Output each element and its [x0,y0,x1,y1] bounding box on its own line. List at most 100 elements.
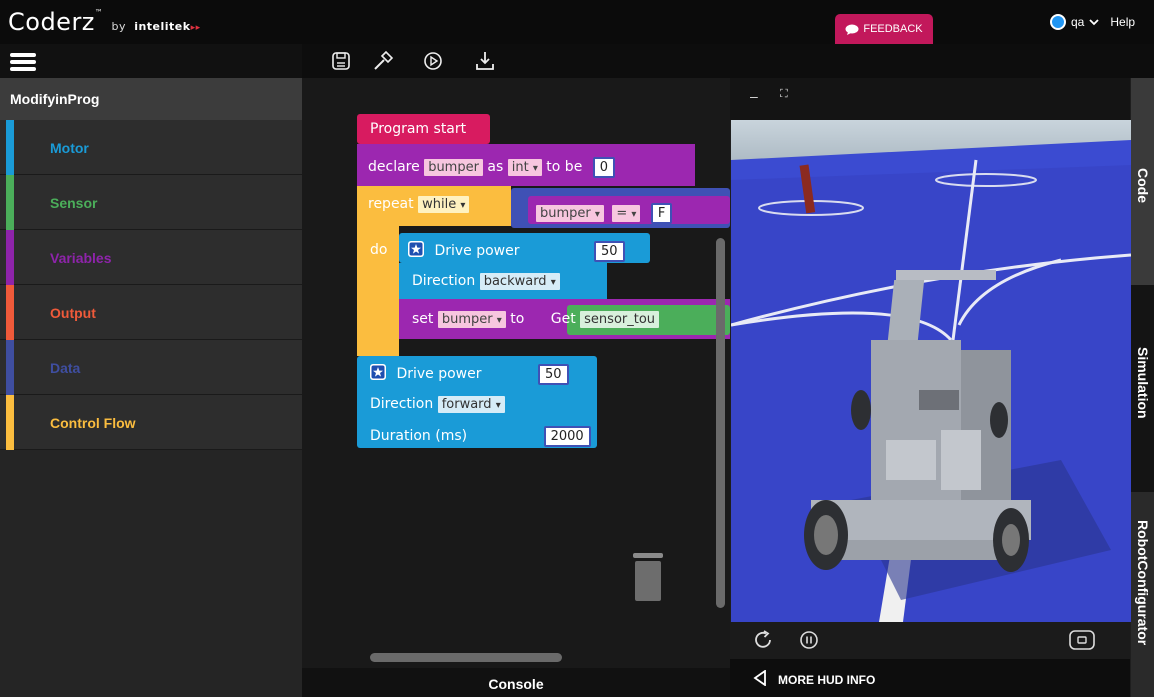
category-output[interactable]: Output [0,285,302,340]
hud-label: MORE HUD INFO [778,673,876,687]
drive-power-label: Drive power [434,243,520,259]
tab-code[interactable]: Code [1131,78,1154,285]
logo-by: by [111,20,127,33]
compare-value-field[interactable]: F [650,203,673,224]
build-icon[interactable] [372,50,394,72]
reset-icon[interactable] [752,629,774,651]
logo-brand: intelitek [134,20,191,33]
vertical-scrollbar[interactable] [716,238,725,608]
app-logo: Coderz™ by intelitek▸▸ [8,8,201,36]
user-name: qa [1071,15,1085,29]
pause-icon[interactable] [798,629,820,651]
category-label: Motor [50,140,89,156]
tab-simulation[interactable]: Simulation [1131,285,1154,492]
category-color-bar [6,340,14,395]
editor-toolbar [302,44,1154,78]
category-label: Control Flow [50,415,136,431]
dropdown-arrow-icon: ▾ [594,209,600,220]
drive-power-label: Drive power [396,366,482,382]
user-menu[interactable]: qa Help [1050,14,1135,30]
star-icon [408,241,424,257]
block-duration[interactable]: Duration (ms) 2000 [370,426,591,447]
block-repeat[interactable]: repeat while ▾ [368,196,470,213]
tab-robot-configurator-label: RobotConfigurator [1135,520,1151,646]
camera-view-icon[interactable] [1068,629,1096,651]
block-declare[interactable]: declare bumper as int ▾ to be 0 [368,157,616,178]
direction-dropdown[interactable]: backward ▾ [479,273,560,290]
get-label: Get [550,311,576,327]
user-avatar-icon [1050,14,1066,30]
category-color-bar [6,120,14,175]
logo-trademark: ™ [94,8,104,17]
operator-dropdown[interactable]: = ▾ [612,205,641,222]
dropdown-arrow-icon: ▾ [460,200,466,211]
category-label: Sensor [50,195,98,211]
download-icon[interactable] [474,50,496,72]
tab-robot-configurator[interactable]: RobotConfigurator [1131,492,1154,697]
while-value: while [422,197,457,212]
declare-var-field[interactable]: bumper [424,159,483,176]
app: Coderz™ by intelitek▸▸ FEEDBACK qa Help … [0,0,1154,697]
category-sensor[interactable]: Sensor [0,175,302,230]
category-color-bar [6,175,14,230]
block-drive-power[interactable]: Drive power 50 [370,364,569,385]
set-var-dropdown[interactable]: bumper ▾ [437,311,506,328]
type-value: int [511,160,529,175]
dropdown-arrow-icon: ▾ [496,315,502,326]
category-color-bar [6,230,14,285]
chat-icon [845,24,859,35]
category-color-bar [6,395,14,450]
operator-value: = [616,206,628,221]
power-value-field[interactable]: 50 [593,241,625,262]
star-icon [370,364,386,380]
do-label: do [370,242,388,258]
direction-dropdown[interactable]: forward ▾ [437,396,505,413]
compare-var-dropdown[interactable]: bumper ▾ [536,205,604,222]
save-icon[interactable] [330,50,352,72]
dropdown-arrow-icon: ▾ [532,163,538,174]
category-motor[interactable]: Motor [0,120,302,175]
block-direction[interactable]: Direction forward ▾ [370,396,505,413]
direction-value: backward [483,274,547,289]
triangle-left-icon [753,670,766,686]
feedback-label: FEEDBACK [863,23,923,35]
block-drive-power-inner[interactable]: Drive power 50 [408,241,625,262]
block-compare[interactable]: bumper ▾ = ▾ F [536,203,673,224]
dropdown-arrow-icon: ▾ [550,277,556,288]
duration-value-field[interactable]: 2000 [543,426,591,447]
block-set[interactable]: set bumper ▾ to Get sensor_tou [412,311,660,328]
set-var-value: bumper [441,312,493,327]
simulation-viewport[interactable] [731,120,1131,622]
while-dropdown[interactable]: while ▾ [418,196,470,213]
type-dropdown[interactable]: int ▾ [507,159,542,176]
as-label: as [487,159,504,175]
horizontal-scrollbar[interactable] [370,653,562,662]
fullscreen-button[interactable]: ⛶ [780,88,788,101]
block-program-start[interactable]: Program start [370,121,466,137]
category-data[interactable]: Data [0,340,302,395]
program-start-label: Program start [370,121,467,137]
feedback-button[interactable]: FEEDBACK [835,14,933,44]
sensor-field[interactable]: sensor_tou [580,311,660,328]
minimize-button[interactable]: – [750,88,758,104]
init-value-field[interactable]: 0 [592,157,616,178]
block-direction-inner[interactable]: Direction backward ▾ [412,273,560,290]
direction-label: Direction [412,273,476,289]
help-link[interactable]: Help [1110,15,1135,29]
category-label: Variables [50,250,112,266]
category-variables[interactable]: Variables [0,230,302,285]
trash-icon[interactable] [633,553,663,601]
menu-strip [0,44,302,78]
logo-arrows: ▸▸ [190,23,201,33]
robot-scene [731,120,1131,622]
hamburger-menu-icon[interactable] [10,53,36,71]
console-tab[interactable]: Console [302,668,730,697]
tab-simulation-label: Simulation [1135,347,1151,419]
code-workspace[interactable]: Program start declare bumper as int ▾ to… [302,78,730,668]
more-hud-info-button[interactable]: MORE HUD INFO [730,659,1130,697]
tab-code-label: Code [1135,168,1151,203]
play-icon[interactable] [422,50,444,72]
category-control-flow[interactable]: Control Flow [0,395,302,450]
dropdown-arrow-icon: ▾ [631,209,637,220]
power-value-field[interactable]: 50 [537,364,569,385]
